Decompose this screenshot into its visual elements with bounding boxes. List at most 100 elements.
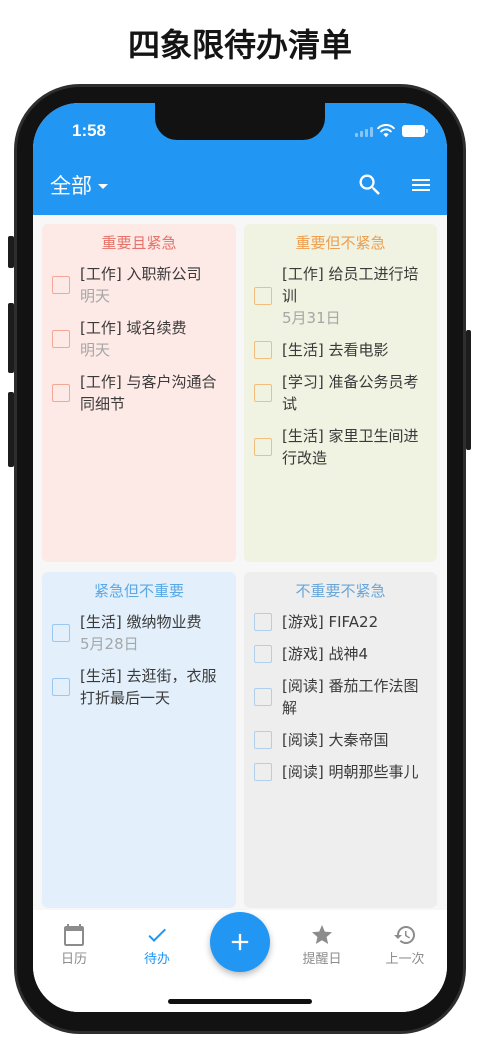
todo-title: [生活] 去逛街，衣服打折最后一天: [80, 667, 217, 707]
home-indicator[interactable]: [168, 999, 312, 1004]
todo-item[interactable]: [游戏] FIFA22: [244, 611, 437, 633]
todo-item[interactable]: [阅读] 明朝那些事儿: [244, 761, 437, 783]
todo-item[interactable]: [生活] 去逛街，衣服打折最后一天: [42, 665, 236, 709]
todo-item[interactable]: [阅读] 番茄工作法图解: [244, 675, 437, 719]
check-icon: [148, 928, 166, 942]
page-title: 四象限待办清单: [127, 26, 352, 64]
todo-title: [阅读] 明朝那些事儿: [282, 763, 419, 781]
todo-checkbox[interactable]: [52, 384, 70, 402]
todo-checkbox[interactable]: [254, 438, 272, 456]
todo-content[interactable]: [游戏] 战神4: [282, 643, 424, 665]
todo-content[interactable]: [阅读] 明朝那些事儿: [282, 761, 424, 783]
todo-checkbox[interactable]: [52, 330, 70, 348]
quadrant-urgent-not-important: 紧急但不重要 [生活] 缴纳物业费 5月28日 [生活] 去逛街，衣服打折最后一天: [42, 572, 236, 908]
todo-title: [阅读] 番茄工作法图解: [282, 677, 419, 717]
todo-content[interactable]: [游戏] FIFA22: [282, 611, 424, 633]
nav-item-last-time[interactable]: 上一次: [370, 923, 440, 971]
todo-content[interactable]: [生活] 家里卫生间进行改造: [282, 425, 424, 469]
todo-content[interactable]: [学习] 准备公务员考试: [282, 371, 424, 415]
menu-icon[interactable]: [409, 173, 433, 197]
nav-label: 待办: [143, 952, 170, 967]
todo-due-date: 5月31日: [282, 309, 341, 327]
status-time: 1:58: [71, 121, 107, 140]
todo-list: [生活] 缴纳物业费 5月28日 [生活] 去逛街，衣服打折最后一天: [42, 611, 236, 709]
todo-title: [游戏] 战神4: [282, 645, 369, 663]
todo-title: [工作] 入职新公司: [80, 265, 202, 283]
todo-title: [阅读] 大秦帝国: [282, 731, 389, 749]
signal-icon: [355, 126, 373, 137]
quadrant-title: 重要且紧急: [101, 234, 177, 252]
nav-label: 上一次: [385, 952, 425, 967]
nav-item-todo[interactable]: 待办: [122, 923, 192, 971]
todo-list: [工作] 入职新公司 明天 [工作] 域名续费 明天 [工作] 与客户沟通合同细节: [42, 263, 236, 415]
filter-dropdown[interactable]: 全部: [50, 171, 108, 201]
todo-checkbox[interactable]: [52, 276, 70, 294]
todo-content[interactable]: [工作] 域名续费 明天: [80, 317, 222, 361]
todo-checkbox[interactable]: [254, 763, 272, 781]
todo-content[interactable]: [生活] 去看电影: [282, 339, 424, 361]
todo-checkbox[interactable]: [52, 624, 70, 642]
todo-item[interactable]: [阅读] 大秦帝国: [244, 729, 437, 751]
todo-title: [生活] 去看电影: [282, 341, 389, 359]
nav-item-calendar[interactable]: 日历: [39, 923, 109, 971]
quadrant-title: 不重要不紧急: [295, 582, 386, 600]
power-button: [466, 330, 471, 450]
todo-checkbox[interactable]: [254, 688, 272, 706]
quadrant-important-not-urgent: 重要但不紧急 [工作] 给员工进行培训 5月31日 [生活] 去看电影 [学习] 准备…: [244, 224, 437, 562]
todo-checkbox[interactable]: [254, 731, 272, 749]
plus-icon: [231, 933, 249, 951]
quadrant-grid: 重要且紧急 [工作] 入职新公司 明天 [工作] 域名续费 明天 [工作] 与客户沟通合…: [33, 215, 447, 910]
todo-item[interactable]: [游戏] 战神4: [244, 643, 437, 665]
todo-checkbox[interactable]: [254, 384, 272, 402]
notch: [155, 103, 325, 140]
todo-item[interactable]: [生活] 缴纳物业费 5月28日: [42, 611, 236, 655]
todo-title: [学习] 准备公务员考试: [282, 373, 419, 413]
battery-icon: [402, 125, 429, 137]
phone-screen: 1:58 全部 重要且紧急 [工作] 入职新公司 明天 [工作] 域名续费 明天 [工作…: [33, 103, 447, 1012]
todo-content[interactable]: [工作] 与客户沟通合同细节: [80, 371, 222, 415]
filter-label: 全部: [50, 174, 92, 198]
todo-checkbox[interactable]: [254, 287, 272, 305]
quadrant-not-important-not-urgent: 不重要不紧急 [游戏] FIFA22 [游戏] 战神4 [阅读] 番茄工作法图解 [阅…: [244, 572, 437, 908]
todo-item[interactable]: [生活] 去看电影: [244, 339, 437, 361]
todo-checkbox[interactable]: [52, 678, 70, 696]
quadrant-important-urgent: 重要且紧急 [工作] 入职新公司 明天 [工作] 域名续费 明天 [工作] 与客户沟通合…: [42, 224, 236, 562]
todo-title: [生活] 家里卫生间进行改造: [282, 427, 419, 467]
todo-item[interactable]: [工作] 给员工进行培训 5月31日: [244, 263, 437, 329]
todo-content[interactable]: [工作] 给员工进行培训 5月31日: [282, 263, 424, 329]
app-header: 1:58 全部: [33, 103, 447, 215]
todo-checkbox[interactable]: [254, 645, 272, 663]
nav-item-reminder[interactable]: 提醒日: [287, 923, 357, 971]
todo-due-date: 明天: [80, 341, 111, 359]
star-icon: [312, 925, 332, 944]
todo-title: [工作] 与客户沟通合同细节: [80, 373, 217, 413]
todo-list: [游戏] FIFA22 [游戏] 战神4 [阅读] 番茄工作法图解 [阅读] 大秦帝国…: [244, 611, 437, 783]
todo-item[interactable]: [工作] 入职新公司 明天: [42, 263, 236, 307]
todo-list: [工作] 给员工进行培训 5月31日 [生活] 去看电影 [学习] 准备公务员考试 [生…: [244, 263, 437, 469]
calendar-icon: [64, 924, 84, 946]
quadrant-title: 紧急但不重要: [93, 582, 184, 600]
search-icon[interactable]: [356, 171, 384, 199]
add-todo-button[interactable]: [210, 912, 270, 972]
todo-due-date: 明天: [80, 287, 111, 305]
todo-content[interactable]: [阅读] 番茄工作法图解: [282, 675, 424, 719]
todo-content[interactable]: [生活] 去逛街，衣服打折最后一天: [80, 665, 222, 709]
todo-content[interactable]: [阅读] 大秦帝国: [282, 729, 424, 751]
todo-title: [生活] 缴纳物业费: [80, 613, 202, 631]
todo-item[interactable]: [学习] 准备公务员考试: [244, 371, 437, 415]
todo-title: [游戏] FIFA22: [282, 613, 379, 631]
todo-content[interactable]: [工作] 入职新公司 明天: [80, 263, 222, 307]
nav-label: 提醒日: [302, 952, 342, 967]
todo-content[interactable]: [生活] 缴纳物业费 5月28日: [80, 611, 222, 655]
dropdown-caret-icon: [98, 183, 108, 189]
quadrant-title: 重要但不紧急: [295, 234, 386, 252]
todo-checkbox[interactable]: [254, 613, 272, 631]
todo-title: [工作] 域名续费: [80, 319, 187, 337]
todo-item[interactable]: [生活] 家里卫生间进行改造: [244, 425, 437, 469]
todo-item[interactable]: [工作] 域名续费 明天: [42, 317, 236, 361]
todo-title: [工作] 给员工进行培训: [282, 265, 419, 305]
nav-label: 日历: [60, 952, 87, 967]
todo-checkbox[interactable]: [254, 341, 272, 359]
todo-due-date: 5月28日: [80, 635, 139, 653]
todo-item[interactable]: [工作] 与客户沟通合同细节: [42, 371, 236, 415]
